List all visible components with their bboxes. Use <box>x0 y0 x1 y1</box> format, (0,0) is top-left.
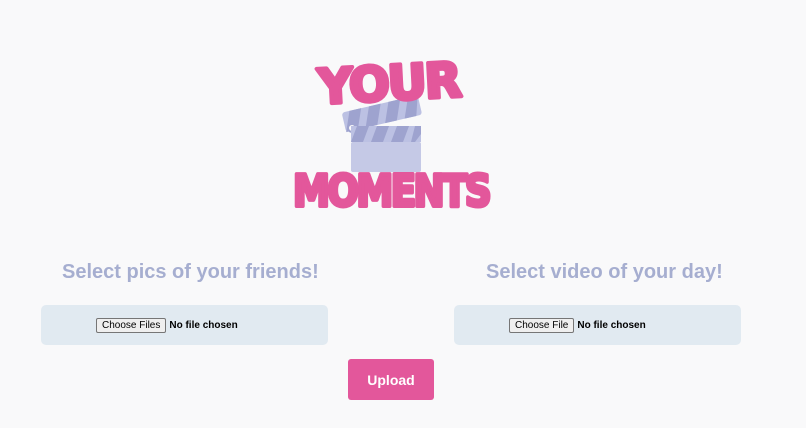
pics-upload-box: Choose Files No file chosen <box>41 305 328 345</box>
choose-pics-button[interactable]: Choose Files <box>96 318 167 333</box>
your-moments-logo: YOUR MOMENTS <box>291 50 494 219</box>
upload-button[interactable]: Upload <box>348 359 434 400</box>
video-upload-box: Choose File No file chosen <box>454 305 741 345</box>
logo-word-moments: MOMENTS <box>293 166 489 217</box>
choose-video-button[interactable]: Choose File <box>509 318 575 333</box>
pics-file-input[interactable]: Choose Files No file chosen <box>96 318 238 333</box>
video-section-title: Select video of your day! <box>486 261 723 283</box>
pics-file-status: No file chosen <box>169 320 238 331</box>
video-file-status: No file chosen <box>577 320 646 331</box>
video-file-input[interactable]: Choose File No file chosen <box>509 318 646 333</box>
logo-word-your: YOUR <box>316 52 463 115</box>
pics-section-title: Select pics of your friends! <box>62 261 319 283</box>
